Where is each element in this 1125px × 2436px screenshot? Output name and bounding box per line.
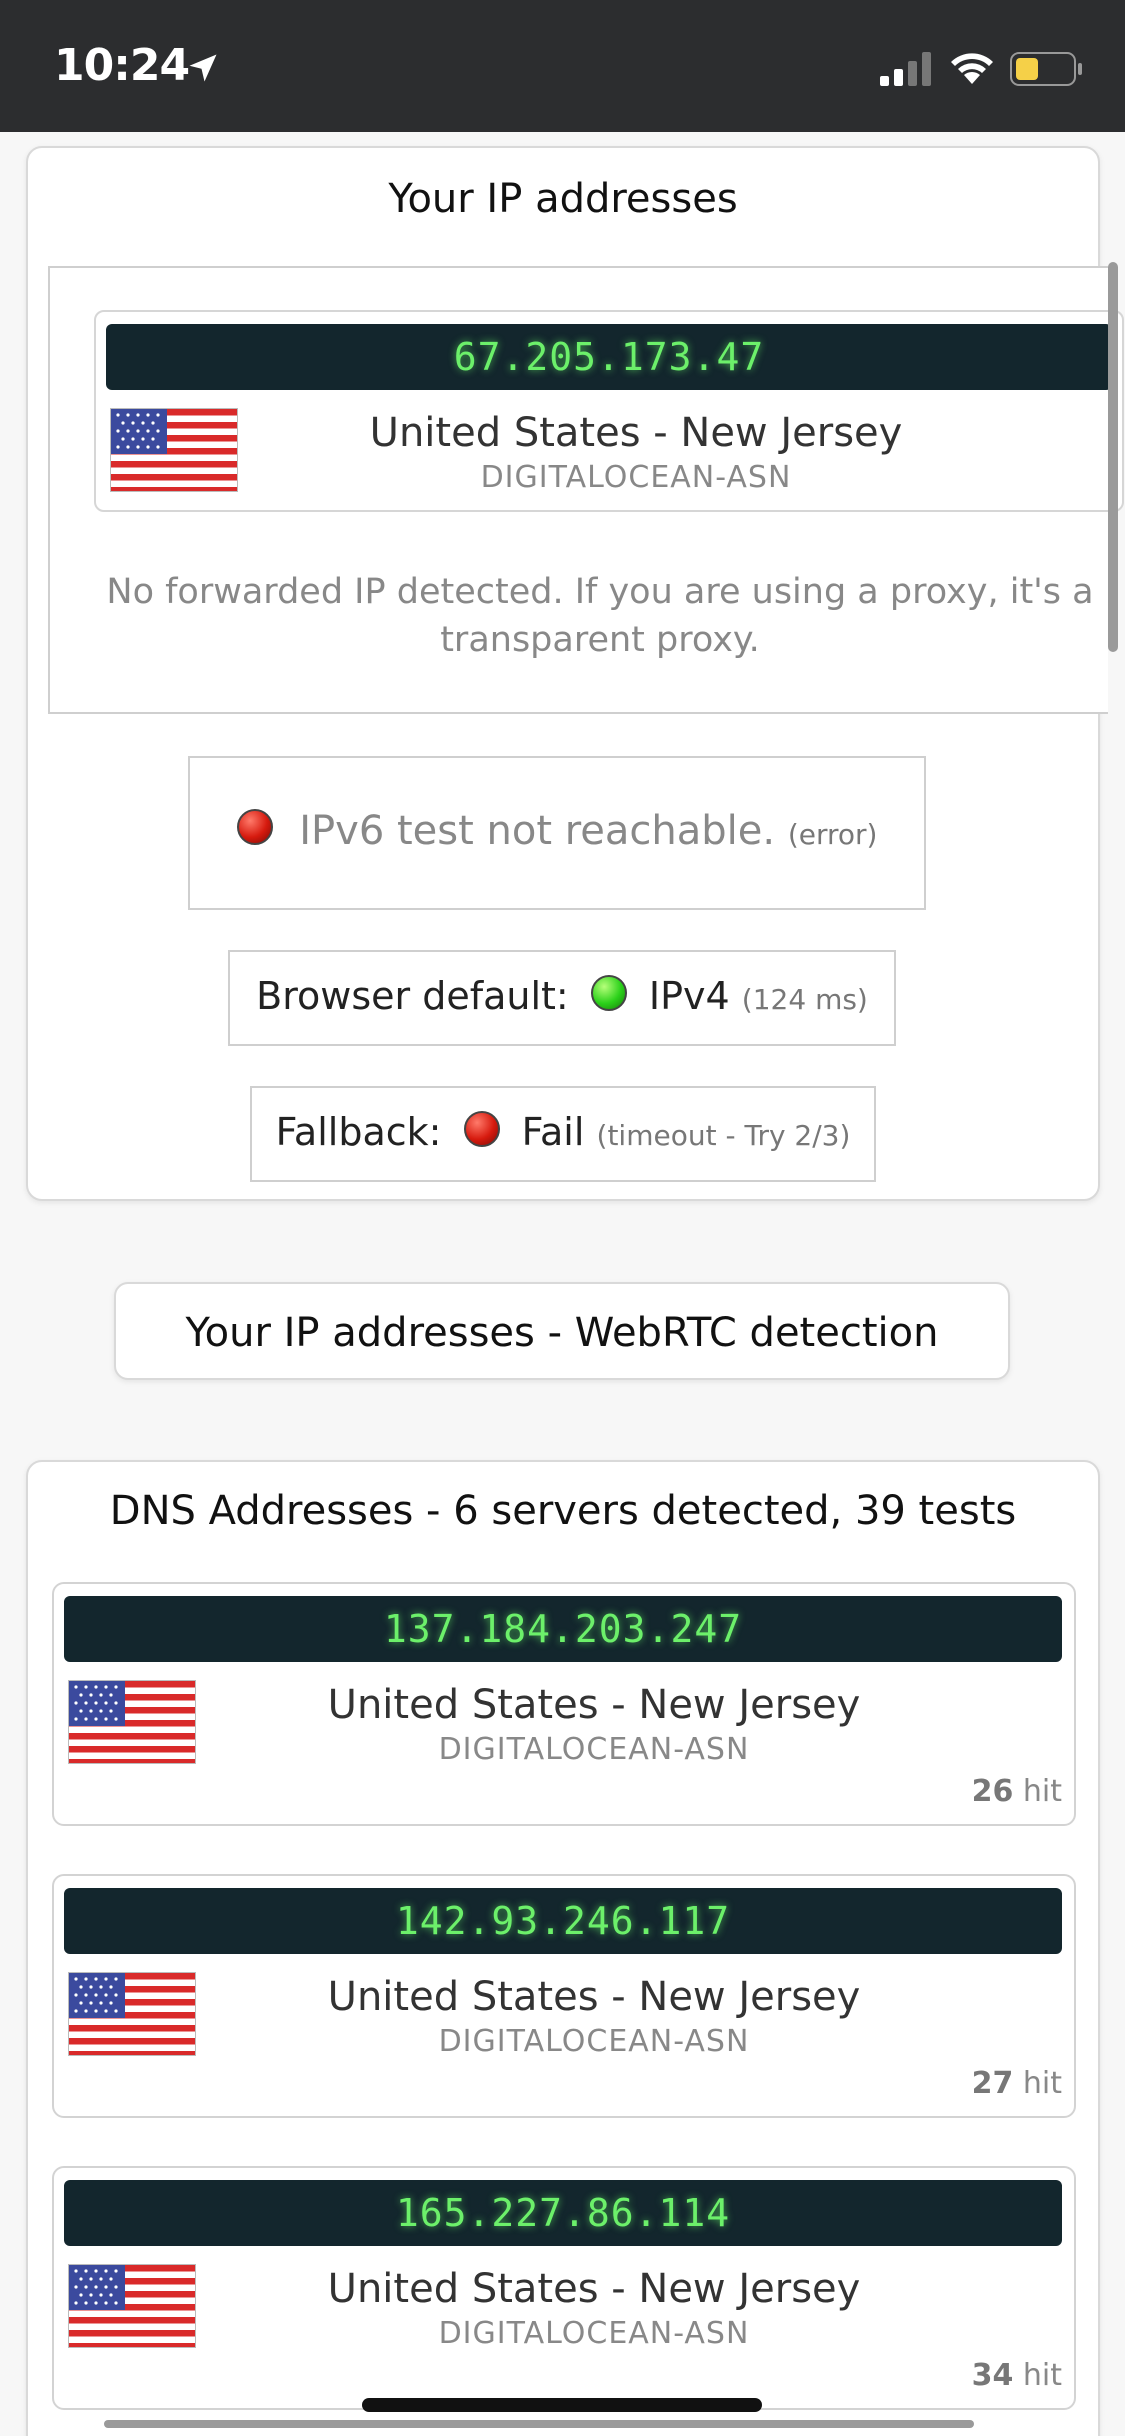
- ip-asn: DIGITALOCEAN-ASN: [480, 460, 792, 495]
- browser-default-label: Browser default:: [256, 974, 569, 1018]
- forwarded-ip-note: No forwarded IP detected. If you are usi…: [106, 572, 1094, 660]
- wifi-icon: [951, 53, 993, 84]
- error-status-dot: [236, 809, 273, 845]
- ipv6-status-text: IPv6 test not reachable.: [299, 808, 776, 854]
- battery-icon: [1010, 52, 1082, 86]
- us-flag-icon: [68, 2264, 196, 2348]
- dns-server-ip[interactable]: 165.227.86.114: [64, 2180, 1062, 2246]
- home-indicator[interactable]: [362, 2398, 762, 2412]
- ip-result-panel: 67.205.173.47 United States - New Jersey…: [48, 266, 1124, 714]
- browser-default-box: Browser default: IPv4 (124 ms): [228, 950, 896, 1046]
- dns-server-asn: DIGITALOCEAN-ASN: [438, 2024, 750, 2059]
- dns-server-hits: 34 hit: [971, 2358, 1062, 2393]
- webrtc-detection-button[interactable]: Your IP addresses - WebRTC detection: [114, 1282, 1010, 1380]
- fallback-detail: (timeout - Try 2/3): [596, 1119, 851, 1152]
- vertical-scrollbar[interactable]: [1108, 262, 1118, 652]
- fallback-box: Fallback: Fail (timeout - Try 2/3): [250, 1086, 876, 1182]
- dns-server-row: 165.227.86.114 United States - New Jerse…: [52, 2166, 1076, 2410]
- public-ip-address[interactable]: 67.205.173.47: [106, 324, 1112, 390]
- fail-status-dot: [463, 1110, 500, 1147]
- ip-section-title: Your IP addresses: [388, 176, 738, 222]
- dns-addresses-card: DNS Addresses - 6 servers detected, 39 t…: [26, 1460, 1100, 2436]
- dns-server-hits: 26 hit: [971, 1774, 1062, 1809]
- status-time: 10:24: [54, 40, 190, 91]
- webrtc-button-label: Your IP addresses - WebRTC detection: [185, 1310, 939, 1356]
- cellular-signal-icon: [880, 52, 931, 86]
- dns-server-location: United States - New Jersey: [327, 1682, 861, 1728]
- fallback-result: Fail: [521, 1110, 585, 1154]
- ip-location: United States - New Jersey: [369, 410, 903, 456]
- browser-default-latency: (124 ms): [741, 983, 868, 1016]
- dns-server-asn: DIGITALOCEAN-ASN: [438, 1732, 750, 1767]
- us-flag-icon: [110, 408, 238, 492]
- dns-server-location: United States - New Jersey: [327, 2266, 861, 2312]
- us-flag-icon: [68, 1972, 196, 2056]
- location-arrow-icon: [189, 54, 217, 82]
- fallback-label: Fallback:: [275, 1110, 442, 1154]
- dns-server-row: 137.184.203.247 United States - New Jers…: [52, 1582, 1076, 1826]
- ipv6-status-box: IPv6 test not reachable. (error): [188, 756, 926, 910]
- dns-server-row: 142.93.246.117 United States - New Jerse…: [52, 1874, 1076, 2118]
- ip-addresses-card: Your IP addresses 67.205.173.47 United S…: [26, 146, 1124, 1201]
- dns-server-asn: DIGITALOCEAN-ASN: [438, 2316, 750, 2351]
- success-status-dot: [590, 974, 627, 1011]
- dns-server-ip[interactable]: 137.184.203.247: [64, 1596, 1062, 1662]
- status-bar: 10:24: [0, 0, 1125, 132]
- dns-server-ip[interactable]: 142.93.246.117: [64, 1888, 1062, 1954]
- dns-section-title: DNS Addresses - 6 servers detected, 39 t…: [109, 1488, 1017, 1534]
- us-flag-icon: [68, 1680, 196, 1764]
- dns-server-location: United States - New Jersey: [327, 1974, 861, 2020]
- dns-server-hits: 27 hit: [971, 2066, 1062, 2101]
- browser-default-protocol: IPv4: [648, 974, 730, 1018]
- horizontal-scrollbar[interactable]: [104, 2420, 974, 2428]
- ip-info-card: 67.205.173.47 United States - New Jersey…: [94, 310, 1124, 512]
- ipv6-status-detail: (error): [787, 818, 878, 851]
